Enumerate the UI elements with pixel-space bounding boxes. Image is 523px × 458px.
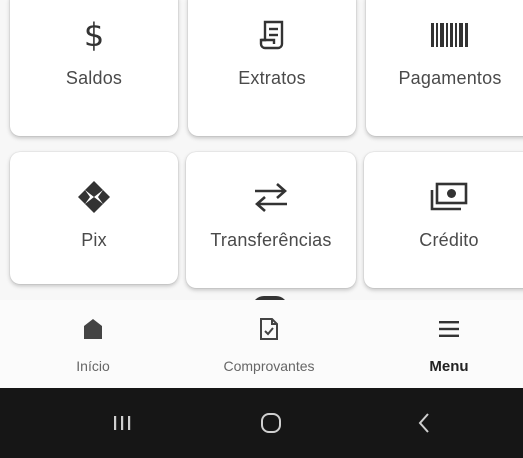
system-navigation-bar — [0, 388, 523, 458]
nav-item-comprovantes[interactable]: Comprovantes — [204, 300, 334, 388]
money-bill-icon — [430, 180, 468, 214]
nav-comprovantes-label: Comprovantes — [223, 358, 315, 374]
document-check-icon — [259, 316, 279, 342]
barcode-icon — [430, 18, 470, 52]
pagamentos-card[interactable]: Pagamentos — [366, 0, 523, 136]
nav-item-menu[interactable]: Menu — [404, 300, 494, 388]
credito-label: Crédito — [419, 230, 479, 250]
extratos-label: Extratos — [238, 68, 306, 88]
recent-apps-button[interactable] — [82, 388, 162, 458]
transferencias-card[interactable]: Transferências — [186, 152, 356, 288]
saldos-card[interactable]: $ Saldos — [10, 0, 178, 136]
pix-card[interactable]: Pix — [10, 152, 178, 284]
bottom-navigation: Início Comprovantes Menu — [0, 300, 523, 388]
credito-card[interactable]: Crédito — [364, 152, 523, 288]
home-circle-icon — [261, 413, 281, 433]
back-button[interactable] — [384, 388, 464, 458]
nav-inicio-label: Início — [76, 358, 110, 374]
extratos-card[interactable]: Extratos — [188, 0, 356, 136]
nav-menu-label: Menu — [429, 358, 469, 375]
shortcut-grid: $ Saldos Extratos Pagamentos Pix Transfe… — [0, 0, 523, 300]
nav-item-inicio[interactable]: Início — [48, 300, 138, 388]
saldos-label: Saldos — [65, 68, 123, 88]
recent-apps-icon — [114, 416, 131, 430]
hamburger-icon — [438, 316, 460, 342]
pix-label: Pix — [81, 230, 107, 250]
pix-icon — [77, 180, 111, 214]
pagamentos-label: Pagamentos — [398, 68, 502, 88]
back-chevron-icon — [418, 413, 429, 433]
transfer-arrows-icon — [253, 180, 289, 214]
transferencias-label: Transferências — [210, 230, 332, 250]
dollar-icon: $ — [83, 16, 105, 54]
home-icon — [83, 316, 103, 342]
home-button[interactable] — [231, 388, 311, 458]
receipt-icon — [258, 18, 286, 52]
